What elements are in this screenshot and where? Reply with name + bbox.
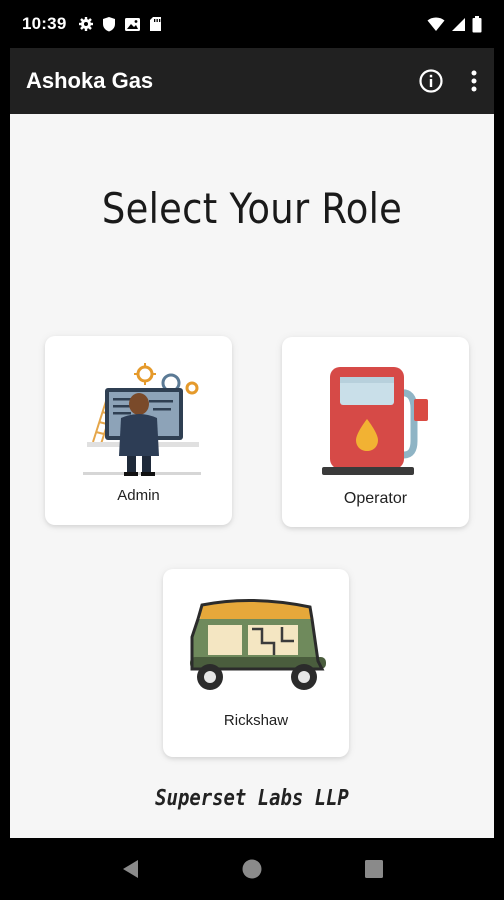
operator-role-card[interactable]: Operator bbox=[282, 337, 469, 527]
wifi-icon bbox=[427, 17, 445, 31]
fuel-pump-illustration bbox=[322, 367, 428, 475]
company-footer: Superset Labs LLP bbox=[155, 786, 349, 811]
info-icon[interactable] bbox=[418, 68, 444, 94]
admin-label: Admin bbox=[117, 487, 160, 504]
status-bar: 10:39 bbox=[0, 0, 504, 48]
app-title: Ashoka Gas bbox=[26, 68, 154, 93]
app-bar-actions bbox=[418, 68, 478, 94]
page-title: Select Your Role bbox=[101, 184, 403, 233]
system-status-icons bbox=[427, 15, 482, 33]
rickshaw-label: Rickshaw bbox=[223, 712, 289, 729]
role-selection-screen: Select Your Role Admin Operator Rickshaw… bbox=[10, 114, 494, 838]
app-bar: Ashoka Gas bbox=[10, 48, 494, 114]
notification-icons bbox=[78, 16, 162, 32]
overflow-menu-icon[interactable] bbox=[470, 69, 478, 93]
back-icon[interactable] bbox=[120, 858, 140, 880]
signal-icon bbox=[452, 17, 465, 31]
rickshaw-role-card[interactable]: Rickshaw bbox=[163, 569, 349, 757]
sd-card-icon bbox=[150, 17, 162, 31]
recents-icon[interactable] bbox=[364, 859, 384, 879]
admin-role-card[interactable]: Admin bbox=[45, 336, 232, 525]
shield-icon bbox=[103, 17, 116, 32]
settings-icon bbox=[79, 17, 94, 31]
image-icon bbox=[125, 17, 141, 31]
battery-icon bbox=[472, 15, 482, 32]
status-time: 10:39 bbox=[22, 14, 67, 33]
operator-label: Operator bbox=[343, 490, 408, 507]
home-icon[interactable] bbox=[241, 858, 263, 880]
admin-illustration bbox=[83, 363, 201, 476]
system-nav-bar bbox=[0, 838, 504, 900]
auto-rickshaw-illustration bbox=[190, 598, 326, 690]
